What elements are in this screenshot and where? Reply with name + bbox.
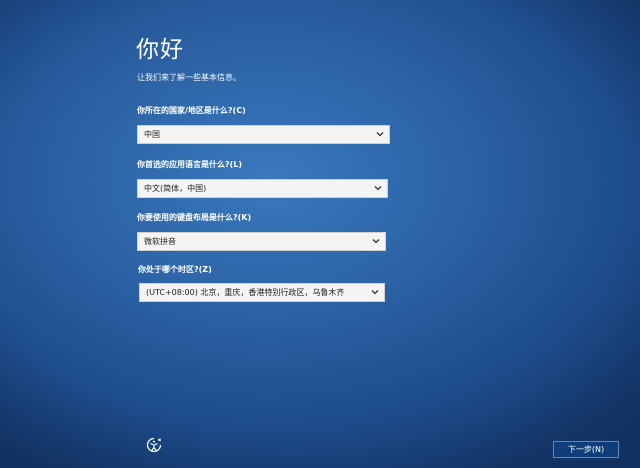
next-button[interactable]: 下一步(N)	[553, 441, 619, 458]
keyboard-select[interactable]: 微软拼音	[137, 232, 386, 251]
language-label: 你首选的应用语言是什么?(L)	[137, 160, 243, 169]
chevron-down-icon	[371, 290, 379, 295]
keyboard-label: 你要使用的键盘布局是什么?(K)	[137, 213, 252, 222]
chevron-down-icon	[374, 186, 382, 191]
language-select-value: 中文(简体，中国)	[144, 184, 207, 193]
timezone-select[interactable]: (UTC+08:00) 北京，重庆，香港特别行政区，乌鲁木齐	[139, 283, 385, 302]
keyboard-select-value: 微软拼音	[144, 237, 176, 246]
country-select-value: 中国	[144, 130, 160, 139]
language-select[interactable]: 中文(简体，中国)	[137, 179, 388, 198]
chevron-down-icon	[372, 239, 380, 244]
accessibility-icon[interactable]	[145, 436, 163, 454]
page-subtitle: 让我们来了解一些基本信息。	[137, 73, 241, 82]
timezone-select-value: (UTC+08:00) 北京，重庆，香港特别行政区，乌鲁木齐	[146, 288, 345, 297]
chevron-down-icon	[376, 132, 384, 137]
timezone-label: 你处于哪个时区?(Z)	[138, 265, 212, 274]
country-label: 你所在的国家/地区是什么?(C)	[137, 106, 246, 115]
page-title: 你好	[136, 37, 184, 63]
country-select[interactable]: 中国	[137, 125, 390, 144]
